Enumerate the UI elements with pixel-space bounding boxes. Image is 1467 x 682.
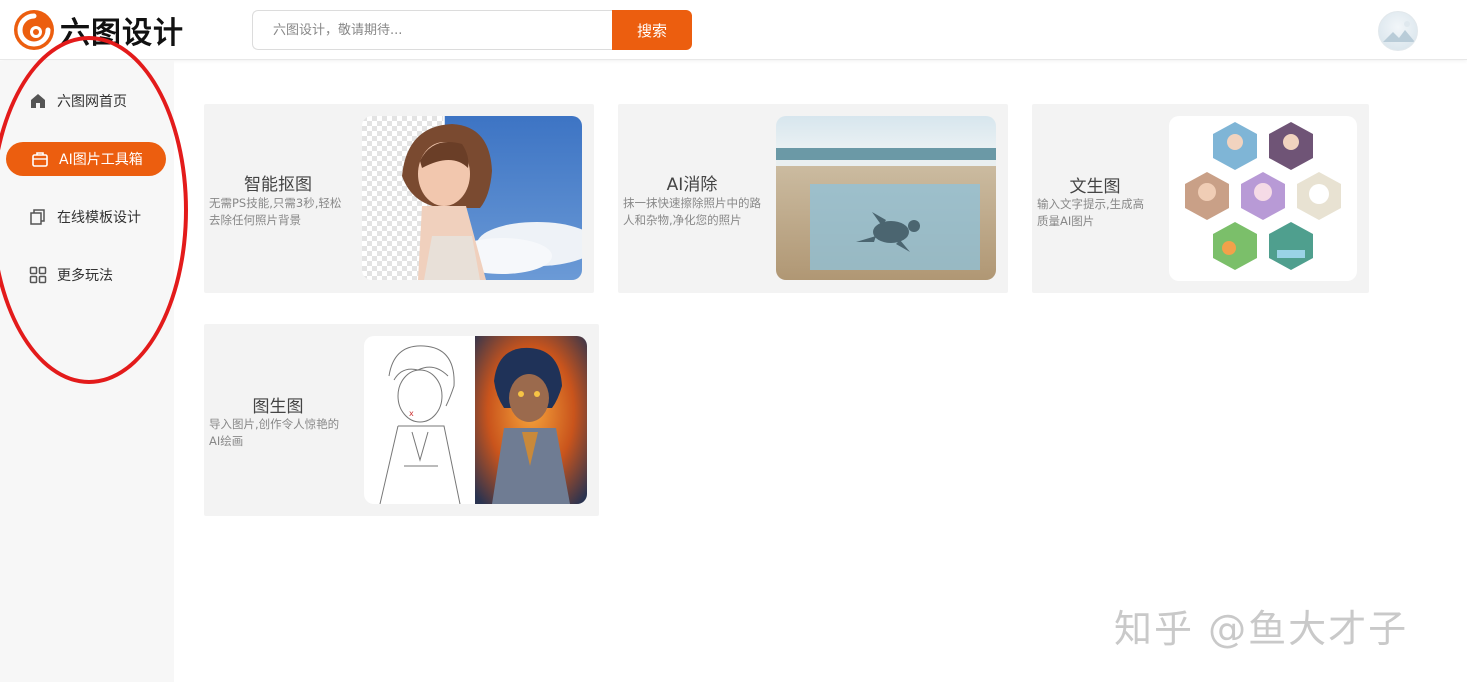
card-title: 图生图 xyxy=(252,397,304,417)
tool-card-ai-erase[interactable]: AI消除 抹一抹快速擦除照片中的路人和杂物,净化您的照片 xyxy=(618,104,1008,293)
tool-card-image-to-image[interactable]: 图生图 导入图片,创作令人惊艳的AI绘画 x xyxy=(204,324,599,516)
sidebar-item-more[interactable]: 更多玩法 xyxy=(0,258,166,292)
sidebar-item-templates[interactable]: 在线模板设计 xyxy=(0,200,166,234)
sidebar-item-label: 更多玩法 xyxy=(57,268,113,284)
image-to-image-preview: x xyxy=(364,336,587,504)
toolbox-icon xyxy=(30,149,50,169)
card-description: 导入图片,创作令人惊艳的AI绘画 xyxy=(209,417,340,448)
svg-text:x: x xyxy=(409,409,414,418)
tool-card-cutout[interactable]: 智能抠图 无需PS技能,只需3秒,轻松去除任何照片背景 xyxy=(204,104,594,293)
search-input[interactable] xyxy=(252,10,612,50)
text-to-image-preview xyxy=(1169,116,1357,281)
logo-swirl-icon xyxy=(14,10,54,50)
card-title: 文生图 xyxy=(1069,177,1121,197)
card-description: 抹一抹快速擦除照片中的路人和杂物,净化您的照片 xyxy=(623,196,761,227)
card-description: 输入文字提示,生成高质量AI图片 xyxy=(1037,197,1145,228)
grid-icon xyxy=(28,265,48,285)
sidebar-item-ai-toolbox[interactable]: AI图片工具箱 xyxy=(6,142,166,176)
top-header: 六图设计 搜索 xyxy=(0,0,1467,60)
card-title: 智能抠图 xyxy=(244,175,312,195)
sidebar-item-label: AI图片工具箱 xyxy=(59,152,143,168)
sidebar-item-label: 六图网首页 xyxy=(57,94,127,110)
card-description: 无需PS技能,只需3秒,轻松去除任何照片背景 xyxy=(209,196,342,227)
sidebar-item-home[interactable]: 六图网首页 xyxy=(0,84,166,118)
erase-preview-image xyxy=(776,116,996,280)
sidebar-item-label: 在线模板设计 xyxy=(57,210,141,226)
template-icon xyxy=(28,207,48,227)
avatar-landscape-icon xyxy=(1383,21,1415,42)
site-logo[interactable]: 六图设计 xyxy=(12,8,184,52)
card-title: AI消除 xyxy=(666,175,718,195)
search-button[interactable]: 搜索 xyxy=(612,10,692,50)
home-icon xyxy=(28,91,48,111)
search-bar: 搜索 xyxy=(252,10,692,50)
zhihu-watermark: 知乎 @鱼大才子 xyxy=(1114,607,1409,651)
tool-card-text-to-image[interactable]: 文生图 输入文字提示,生成高质量AI图片 xyxy=(1032,104,1369,293)
cutout-preview-image xyxy=(362,116,582,280)
user-avatar[interactable] xyxy=(1378,11,1418,51)
sidebar: 六图网首页 AI图片工具箱 在线模板设计 更多玩法 xyxy=(0,61,174,682)
logo-text: 六图设计 xyxy=(60,16,184,51)
